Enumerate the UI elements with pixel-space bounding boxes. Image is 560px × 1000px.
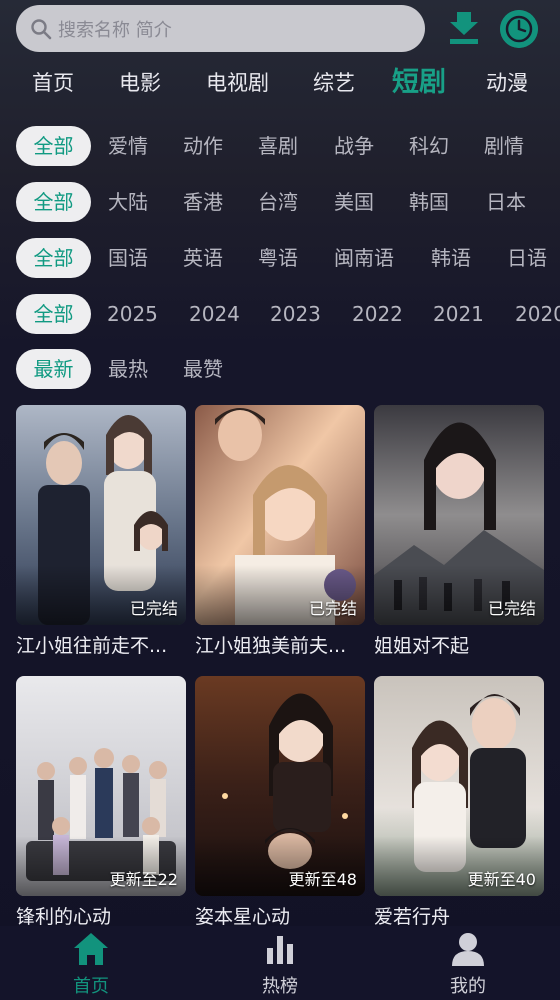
nav-label: 首页 bbox=[73, 976, 109, 997]
status-badge: 已完结 bbox=[308, 599, 357, 618]
filter-row-year: 全部 2025 2024 2023 2022 2021 2020 bbox=[0, 294, 560, 334]
search-icon bbox=[31, 18, 52, 39]
language-chip[interactable]: 英语 bbox=[183, 238, 223, 278]
language-chip[interactable]: 国语 bbox=[108, 238, 148, 278]
tab-variety[interactable]: 综艺 bbox=[313, 60, 355, 106]
status-badge: 更新至48 bbox=[288, 870, 357, 889]
region-chip[interactable]: 韩国 bbox=[409, 182, 449, 222]
filter-row-region: 全部 大陆 香港 台湾 美国 韩国 日本 bbox=[0, 182, 560, 222]
card-title[interactable]: 江小姐往前走不... bbox=[16, 631, 191, 659]
poster-image[interactable]: 更新至22 bbox=[16, 676, 186, 896]
year-chip-all[interactable]: 全部 bbox=[16, 294, 91, 334]
genre-chip-all[interactable]: 全部 bbox=[16, 126, 91, 166]
poster-image[interactable]: 已完结 bbox=[195, 405, 365, 625]
filter-row-genre: 全部 爱情 动作 喜剧 战争 科幻 剧情 bbox=[0, 126, 560, 166]
bar-chart-icon bbox=[267, 936, 293, 964]
language-chip[interactable]: 粤语 bbox=[258, 238, 298, 278]
genre-chip[interactable]: 喜剧 bbox=[258, 126, 298, 166]
sort-chip-most-liked[interactable]: 最赞 bbox=[183, 349, 223, 389]
region-chip-all[interactable]: 全部 bbox=[16, 182, 91, 222]
poster-image[interactable]: 已完结 bbox=[16, 405, 186, 625]
status-badge: 已完结 bbox=[129, 599, 178, 618]
card-title[interactable]: 江小姐独美前夫... bbox=[195, 631, 370, 659]
poster-image[interactable]: 更新至48 bbox=[195, 676, 365, 896]
bottom-nav: 首页 热榜 我的 bbox=[0, 926, 560, 1000]
sort-chip-latest[interactable]: 最新 bbox=[16, 349, 91, 389]
region-chip[interactable]: 香港 bbox=[183, 182, 223, 222]
search-input[interactable]: 搜索名称 简介 bbox=[58, 16, 172, 42]
year-chip[interactable]: 2023 bbox=[270, 294, 321, 334]
genre-chip[interactable]: 剧情 bbox=[484, 126, 524, 166]
download-icon[interactable] bbox=[447, 10, 481, 46]
year-chip[interactable]: 2025 bbox=[107, 294, 158, 334]
nav-hot-list[interactable]: 热榜 bbox=[220, 926, 340, 1000]
filter-row-sort: 最新 最热 最赞 bbox=[0, 349, 560, 389]
genre-chip[interactable]: 动作 bbox=[183, 126, 223, 166]
home-icon bbox=[74, 933, 108, 965]
nav-mine[interactable]: 我的 bbox=[408, 926, 528, 1000]
nav-home[interactable]: 首页 bbox=[31, 926, 151, 1000]
tab-short-drama[interactable]: 短剧 bbox=[392, 60, 446, 106]
region-chip[interactable]: 日本 bbox=[486, 182, 526, 222]
status-badge: 更新至22 bbox=[109, 870, 178, 889]
tab-movies[interactable]: 电影 bbox=[119, 60, 161, 106]
card-title[interactable]: 姐姐对不起 bbox=[374, 631, 549, 659]
sort-chip-hottest[interactable]: 最热 bbox=[108, 349, 148, 389]
year-chip[interactable]: 2024 bbox=[189, 294, 240, 334]
tab-anime[interactable]: 动漫 bbox=[486, 60, 528, 106]
search-bar[interactable]: 搜索名称 简介 bbox=[16, 5, 425, 52]
status-badge: 已完结 bbox=[487, 599, 536, 618]
year-chip[interactable]: 2021 bbox=[433, 294, 484, 334]
language-chip[interactable]: 日语 bbox=[507, 238, 547, 278]
region-chip[interactable]: 美国 bbox=[334, 182, 374, 222]
tab-home[interactable]: 首页 bbox=[32, 60, 74, 106]
tab-tv-series[interactable]: 电视剧 bbox=[206, 60, 269, 106]
year-chip[interactable]: 2022 bbox=[352, 294, 403, 334]
poster-image[interactable]: 已完结 bbox=[374, 405, 544, 625]
nav-label: 热榜 bbox=[262, 976, 298, 997]
genre-chip[interactable]: 科幻 bbox=[409, 126, 449, 166]
genre-chip[interactable]: 爱情 bbox=[108, 126, 148, 166]
user-icon bbox=[452, 933, 484, 966]
filter-row-language: 全部 国语 英语 粤语 闽南语 韩语 日语 bbox=[0, 238, 560, 278]
category-tabs: 首页 电影 电视剧 综艺 短剧 动漫 bbox=[0, 60, 560, 106]
poster-image[interactable]: 更新至40 bbox=[374, 676, 544, 896]
nav-label: 我的 bbox=[450, 976, 486, 997]
status-badge: 更新至40 bbox=[467, 870, 536, 889]
region-chip[interactable]: 大陆 bbox=[108, 182, 148, 222]
language-chip-all[interactable]: 全部 bbox=[16, 238, 91, 278]
region-chip[interactable]: 台湾 bbox=[258, 182, 298, 222]
genre-chip[interactable]: 战争 bbox=[334, 126, 374, 166]
history-clock-icon[interactable] bbox=[500, 10, 538, 48]
language-chip[interactable]: 闽南语 bbox=[334, 238, 394, 278]
language-chip[interactable]: 韩语 bbox=[431, 238, 471, 278]
year-chip[interactable]: 2020 bbox=[515, 294, 560, 334]
